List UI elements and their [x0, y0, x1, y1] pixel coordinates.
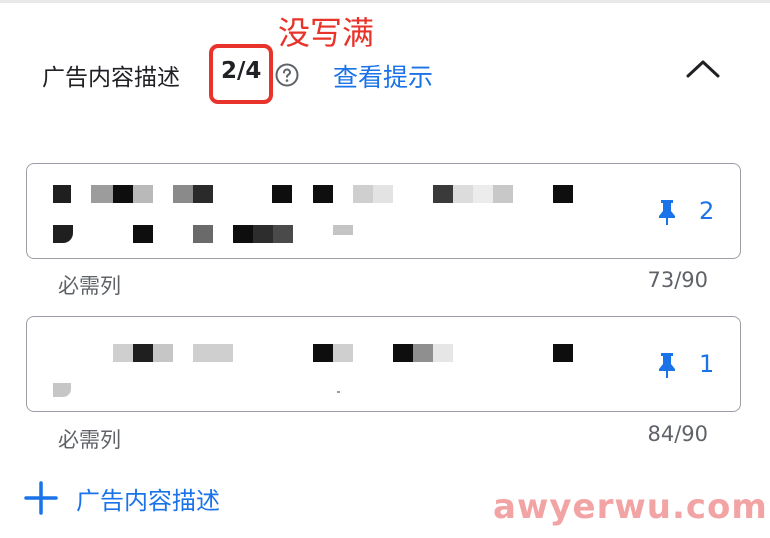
plus-icon — [24, 481, 58, 515]
annotation-highlight-box — [209, 44, 273, 104]
pin-icon[interactable] — [655, 198, 679, 226]
help-icon[interactable] — [275, 63, 299, 87]
add-description-label: 广告内容描述 — [76, 487, 220, 515]
character-count: 84/90 — [647, 422, 708, 446]
required-label: 必需列 — [58, 428, 121, 452]
description-field[interactable]: 2 — [26, 163, 741, 259]
chevron-up-icon[interactable] — [683, 54, 723, 82]
annotation-text: 没写满 — [278, 14, 375, 52]
section-title: 广告内容描述 — [42, 65, 180, 91]
required-label: 必需列 — [58, 274, 121, 298]
description-field[interactable]: 1 — [26, 316, 741, 412]
pin-position: 2 — [699, 197, 715, 225]
redacted-text — [27, 164, 647, 260]
pin-position: 1 — [699, 350, 715, 378]
top-divider — [0, 0, 770, 3]
view-tips-link[interactable]: 查看提示 — [333, 58, 433, 94]
character-count: 73/90 — [647, 268, 708, 292]
redacted-text — [27, 317, 647, 413]
pin-icon[interactable] — [655, 351, 679, 379]
watermark: awyerwu.com — [493, 487, 768, 527]
